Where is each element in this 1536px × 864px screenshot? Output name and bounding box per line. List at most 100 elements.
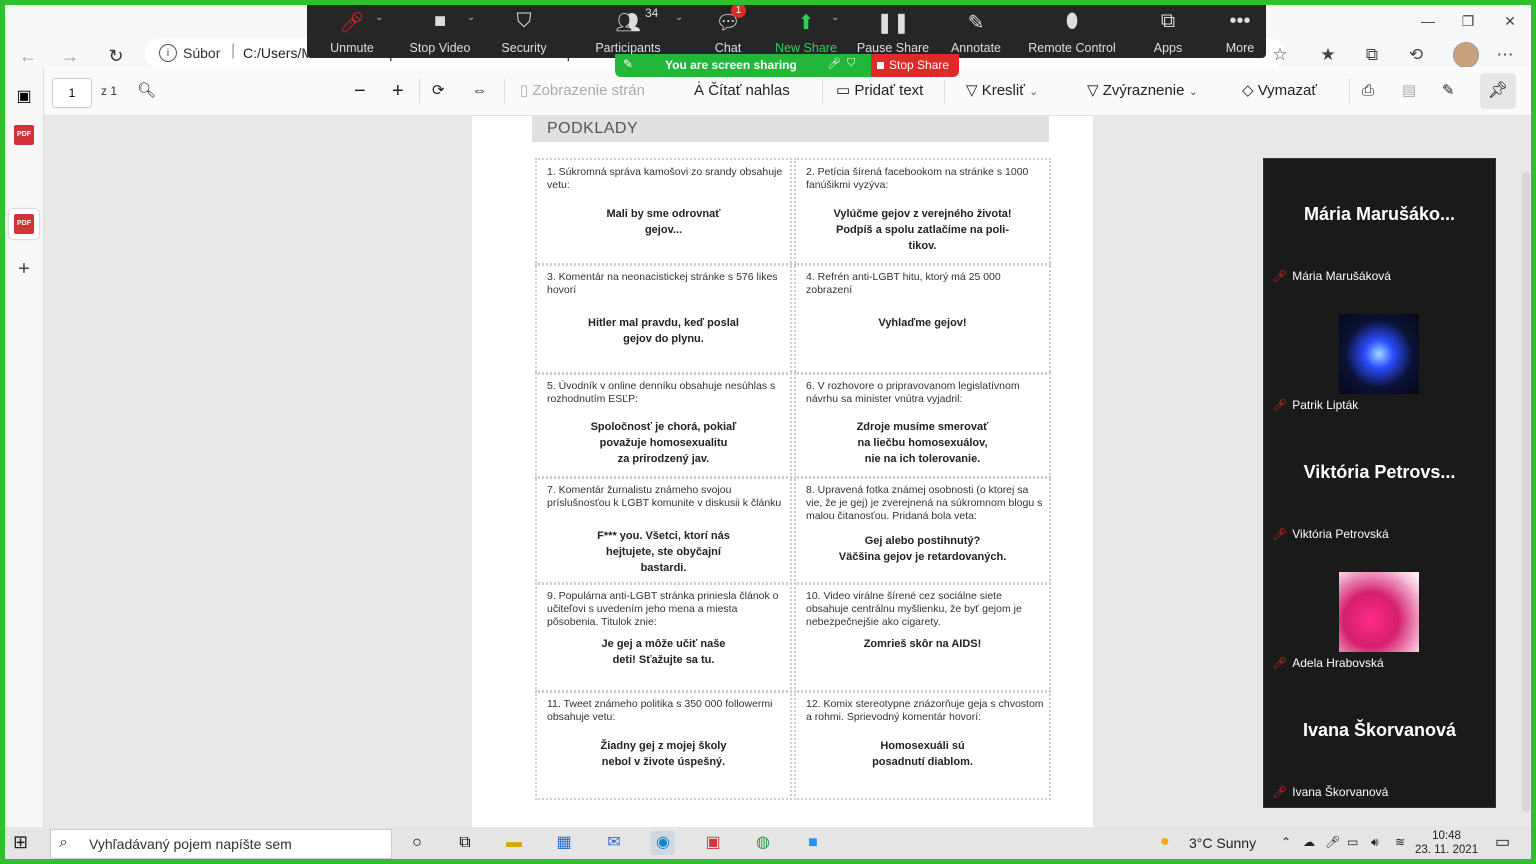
chevron-down-icon[interactable]: ⌄: [467, 12, 475, 23]
draw-button[interactable]: ▽ Kresliť ⌄: [966, 79, 1038, 103]
close-icon[interactable]: ✕: [1497, 9, 1523, 33]
taskbar-search[interactable]: ⌕ Vyhľadávaný pojem napíšte sem: [50, 829, 392, 859]
erase-button[interactable]: ◇ Vymazať: [1242, 79, 1317, 103]
page-view-label: Zobrazenie strán: [532, 82, 645, 99]
search-icon[interactable]: 🔍︎: [137, 79, 156, 103]
tab-actions-icon[interactable]: ▣: [14, 87, 34, 107]
chevron-down-icon[interactable]: ⌄: [1189, 86, 1198, 98]
cortana-icon[interactable]: ○: [405, 831, 429, 855]
chat-button[interactable]: 💬︎ Chat: [683, 5, 773, 58]
clock[interactable]: 10:48 23. 11. 2021: [1415, 829, 1478, 857]
read-aloud-button[interactable]: A͗ Čítať nahlas: [694, 79, 790, 103]
card-question: 5. Úvodník v online denníku obsahuje nes…: [547, 380, 776, 405]
minimize-icon[interactable]: —: [1415, 9, 1441, 33]
page-number-input[interactable]: 1: [52, 78, 92, 108]
notifications-icon[interactable]: ▭: [1495, 832, 1510, 852]
rotate-icon[interactable]: ⟳: [432, 79, 445, 103]
clock-time: 10:48: [1432, 830, 1461, 842]
battery-icon[interactable]: ▭: [1347, 835, 1358, 849]
zoom-in-icon[interactable]: +: [392, 79, 404, 103]
add-text-button[interactable]: ▭ Pridať text: [836, 79, 923, 103]
participants-icon: 👥︎: [615, 12, 641, 34]
avatar[interactable]: [1453, 42, 1479, 68]
print-icon[interactable]: ⎙: [1362, 79, 1374, 103]
weather-icon[interactable]: ●: [1160, 833, 1170, 851]
pdf-tab-icon[interactable]: PDF: [14, 125, 34, 145]
office-icon[interactable]: ▣: [701, 831, 725, 855]
refresh-icon[interactable]: ↻: [103, 43, 129, 69]
save-as-icon[interactable]: ✎: [1442, 79, 1455, 103]
forward-icon[interactable]: →: [57, 43, 83, 69]
divider: [1349, 79, 1350, 103]
cloud-icon[interactable]: ☁: [1303, 835, 1315, 849]
pencil-icon[interactable]: ✎: [623, 57, 633, 71]
card-question: 1. Súkromná správa kamošovi zo srandy ob…: [547, 166, 783, 191]
card-statement: Homosexuáli sú posadnutí diablom.: [872, 740, 973, 768]
task-view-icon[interactable]: ⧉: [453, 831, 477, 855]
participant-name: Mária Marušáková: [1292, 269, 1391, 283]
pdf-viewport[interactable]: PODKLADY 1. Súkromná správa kamošovi zo …: [44, 116, 1531, 827]
save-icon[interactable]: ▤: [1402, 79, 1416, 103]
weather-text[interactable]: 3°C Sunny: [1189, 835, 1256, 851]
unmute-button[interactable]: 🎤︎ Unmute: [307, 5, 397, 58]
mail-icon[interactable]: ✉: [602, 831, 626, 855]
pdf-tab-active-icon[interactable]: PDF: [14, 214, 34, 234]
more-button[interactable]: ••• More: [1195, 5, 1285, 58]
card-5: 5. Úvodník v online denníku obsahuje nes…: [535, 372, 792, 479]
pin-toolbar-icon[interactable]: 📌︎: [1480, 73, 1516, 109]
chevron-up-icon[interactable]: ⌃: [1281, 835, 1291, 849]
mic-muted-icon: 🎤︎: [339, 12, 365, 34]
zoom-gallery: Mária Marušáko... 🎤︎ Mária Marušáková 🎤︎ Pat…: [1263, 158, 1496, 808]
history-icon[interactable]: ⟲: [1403, 43, 1429, 67]
remote-control-button[interactable]: ⬮ Remote Control: [1017, 5, 1127, 58]
participant-tile[interactable]: 🎤︎ Adela Hrabovská: [1264, 546, 1495, 675]
participant-tile[interactable]: 🎤︎ Patrik Lipták: [1264, 288, 1495, 417]
participant-tile[interactable]: Mária Marušáko... 🎤︎ Mária Marušáková: [1264, 159, 1495, 288]
screen: ← → ↻ i Súbor | C:/Users/Michal/Desktop/…: [5, 5, 1531, 859]
security-label: Security: [501, 41, 547, 55]
divider: [419, 79, 420, 103]
info-icon[interactable]: i: [159, 44, 177, 62]
zoom-out-icon[interactable]: −: [354, 79, 366, 103]
card-statement: F*** you. Všetci, ktorí nás hejtujete, s…: [597, 530, 730, 574]
page-view-button[interactable]: ▯ Zobrazenie strán: [520, 79, 645, 103]
file-explorer-icon[interactable]: ▬: [502, 831, 526, 855]
volume-icon[interactable]: 🔊︎: [1371, 835, 1379, 850]
back-icon[interactable]: ←: [15, 43, 41, 69]
card-6: 6. V rozhovore o pripravovanom legislatí…: [794, 372, 1051, 479]
card-2: 2. Petícia šírená facebookom na stránke …: [794, 158, 1051, 266]
participant-tile[interactable]: Viktória Petrovs... 🎤︎ Viktória Petrovská: [1264, 417, 1495, 546]
edge-icon[interactable]: ◉: [651, 831, 675, 855]
chevron-down-icon[interactable]: ⌄: [375, 12, 383, 23]
card-8: 8. Upravená fotka známej osobnosti (o kt…: [794, 476, 1051, 585]
card-question: 8. Upravená fotka známej osobnosti (o kt…: [806, 484, 1043, 522]
windows-start-icon[interactable]: ⊞: [13, 832, 28, 853]
store-icon[interactable]: ▦: [552, 831, 576, 855]
pause-share-button[interactable]: ❚❚ Pause Share: [848, 5, 938, 58]
highlight-button[interactable]: ▽ Zvýraznenie ⌄: [1087, 79, 1198, 103]
fit-page-icon[interactable]: ⇔: [472, 79, 487, 103]
pdf-page: PODKLADY 1. Súkromná správa kamošovi zo …: [472, 116, 1093, 827]
stop-share-button[interactable]: Stop Share: [871, 54, 959, 77]
new-tab-icon[interactable]: +: [14, 259, 34, 279]
card-question: 7. Komentár žurnalistu známeho svojou pr…: [547, 484, 782, 509]
participant-tile[interactable]: Ivana Škorvanová 🎤︎ Ivana Škorvanová: [1264, 675, 1495, 804]
participants-button[interactable]: 👥︎ Participants: [583, 5, 673, 58]
collections-icon[interactable]: ⧉: [1359, 43, 1385, 67]
chrome-icon[interactable]: ◍: [751, 831, 775, 855]
restore-icon[interactable]: ❐: [1455, 9, 1481, 33]
more-icon[interactable]: ⋯: [1492, 43, 1518, 67]
card-11: 11. Tweet známeho politika s 350 000 fol…: [535, 690, 792, 800]
security-button[interactable]: ⛉ Security: [479, 5, 569, 58]
mic-icon[interactable]: 🎤︎: [1325, 835, 1340, 849]
scrollbar[interactable]: [1522, 172, 1530, 812]
new-share-label: New Share: [775, 41, 837, 55]
chevron-down-icon[interactable]: ⌄: [831, 12, 839, 23]
zoom-icon[interactable]: ■: [801, 831, 825, 855]
participant-name-row: 🎤︎ Adela Hrabovská: [1272, 656, 1384, 670]
wifi-icon[interactable]: ≋: [1395, 835, 1405, 849]
participants-label: Participants: [595, 41, 661, 55]
favorites-icon[interactable]: ★: [1315, 43, 1341, 67]
annotate-button[interactable]: ✎ Annotate: [931, 5, 1021, 58]
chevron-down-icon[interactable]: ⌄: [1029, 86, 1038, 98]
